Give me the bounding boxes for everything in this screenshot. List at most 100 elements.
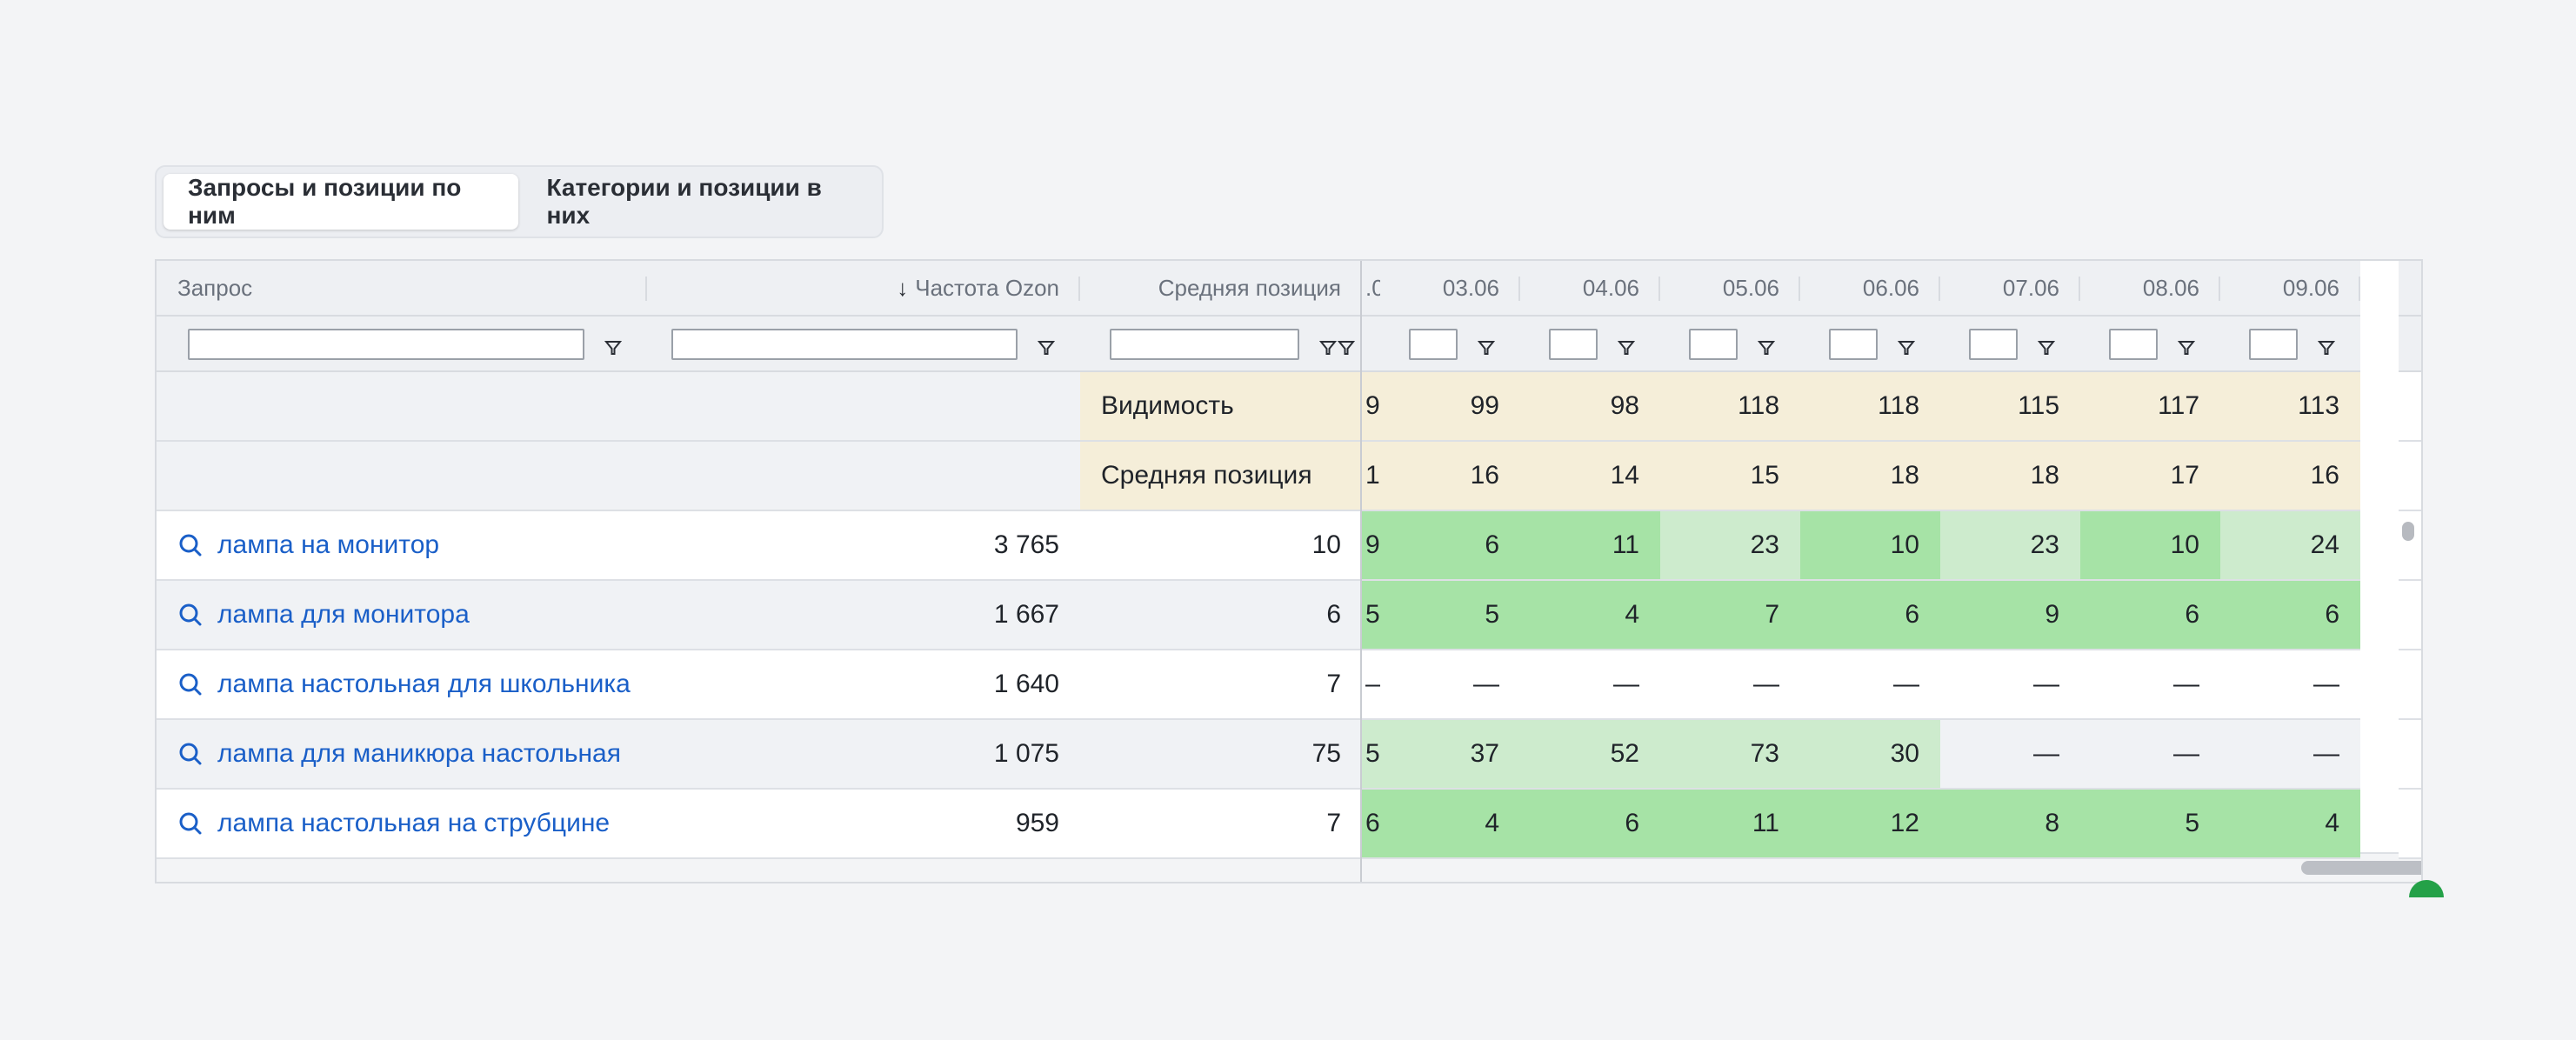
filter-icon[interactable] [1477, 335, 1496, 355]
query-link[interactable]: лампа на монитор [157, 530, 439, 560]
query-link[interactable]: лампа для монитора [157, 600, 470, 630]
header-date[interactable]: 09.06 [2220, 261, 2360, 317]
avg-position-row-value: 15 [1660, 442, 1800, 511]
visibility-row-blank [157, 372, 1080, 442]
query-text: лампа на монитор [217, 530, 440, 559]
table-row: лампа для монитора 1 667 6 5 5 4 7 6 9 6 6 [157, 581, 2421, 650]
horizontal-scrollbar[interactable] [2301, 861, 2421, 875]
date-filter-cell [1940, 317, 2080, 372]
filter-icon[interactable] [2177, 335, 2196, 355]
date-filter-cell [2080, 317, 2220, 372]
query-text: лампа настольная для школьника [217, 670, 631, 698]
query-cell: лампа для монитора [157, 581, 647, 650]
visibility-row-value: 115 [1940, 372, 2080, 442]
table-row: лампа для маникюра настольная1 075755837… [157, 720, 2421, 790]
query-cell: лампа на монитор [157, 511, 647, 581]
header-avg-position[interactable]: Средняя позиция [1080, 261, 1362, 317]
view-tabs: Запросы и позиции по ним Категории и поз… [155, 165, 884, 238]
filter-icon[interactable] [604, 335, 623, 355]
tab-categories[interactable]: Категории и позиции в них [522, 174, 875, 230]
row-filler [2399, 650, 2421, 720]
position-cell: 6 [1380, 511, 1520, 581]
header-date[interactable]: 06.06 [1800, 261, 1940, 317]
position-cell: 37 [1380, 720, 1520, 790]
search-icon [177, 810, 204, 837]
tab-queries[interactable]: Запросы и позиции по ним [164, 174, 519, 230]
position-cell: 12 [1800, 790, 1940, 859]
date-filter-input[interactable] [2109, 329, 2158, 360]
search-icon [177, 741, 204, 767]
avg-position-row-value: 14 [1520, 442, 1660, 511]
vertical-scrollbar[interactable] [2402, 522, 2414, 541]
frequency-cell: 959 [647, 790, 1080, 859]
avg-position-cell: 7 [1080, 650, 1362, 720]
position-cell: 9 [1940, 581, 2080, 650]
visibility-row-value: 117 [2080, 372, 2220, 442]
filter-icon[interactable] [1337, 335, 1356, 355]
header-date[interactable]: 05.06 [1660, 261, 1800, 317]
query-filter-input[interactable] [188, 329, 584, 360]
table-row: лампа настольная на струбцине 959 7 6 4 6 11 12… [157, 790, 2421, 859]
position-cell: 4 [2220, 790, 2360, 859]
header-frequency[interactable]: ↓ Частота Ozon [647, 261, 1080, 317]
date-filter-cell [2220, 317, 2360, 372]
query-link[interactable]: лампа для маникюра настольная [157, 739, 621, 769]
filter-filler [2399, 317, 2421, 372]
filter-icon[interactable] [2317, 335, 2336, 355]
avg-position-cell: 6 [1080, 581, 1362, 650]
date-filter-input[interactable] [1409, 329, 1458, 360]
position-cell: — [1940, 720, 2080, 790]
avg-position-row-blank [157, 442, 1080, 511]
avg-position-row-value: 16 [2220, 442, 2360, 511]
date-filter-input[interactable] [1689, 329, 1738, 360]
query-filter-cell [157, 317, 647, 372]
header-date[interactable]: 08.06 [2080, 261, 2220, 317]
position-cell: 52 [1520, 720, 1660, 790]
date-filter-input[interactable] [2249, 329, 2298, 360]
query-text: лампа для монитора [217, 600, 470, 629]
query-link[interactable]: лампа настольная для школьника [157, 670, 631, 699]
visibility-row-filler [2399, 372, 2421, 442]
header-query-label: Запрос [177, 274, 253, 301]
position-cell: — [2220, 650, 2360, 720]
filter-icon[interactable] [1037, 335, 1056, 355]
position-cell: 5 [1380, 581, 1520, 650]
header-date[interactable]: 07.06 [1940, 261, 2080, 317]
date-filter-input[interactable] [1969, 329, 2018, 360]
date-filter-cell [1800, 317, 1940, 372]
filter-icon[interactable] [1897, 335, 1916, 355]
position-cell: — [1800, 650, 1940, 720]
avg-position-cell: 7 [1080, 790, 1362, 859]
positions-table: Запрос↓Частота OzonСредняя позиция.0603.… [155, 259, 2423, 883]
query-link[interactable]: лампа настольная на струбцине [157, 809, 610, 838]
date-filter-input[interactable] [1549, 329, 1598, 360]
frequency-cell: 3 765 [647, 511, 1080, 581]
header-date[interactable]: 04.06 [1520, 261, 1660, 317]
filter-icon[interactable] [1318, 335, 1338, 355]
position-cell: 11 [1660, 790, 1800, 859]
position-cell: 8 [1940, 790, 2080, 859]
visibility-row-label: Видимость [1080, 372, 1362, 442]
avg-position-row-value: 17 [2080, 442, 2220, 511]
frequency-cell: 1 075 [647, 720, 1080, 790]
header-query[interactable]: Запрос [157, 261, 647, 317]
position-cell: 7 [1660, 581, 1800, 650]
frequency-filter-input[interactable] [671, 329, 1018, 360]
date-filter-input[interactable] [1829, 329, 1878, 360]
query-text: лампа для маникюра настольная [217, 739, 621, 768]
header-date[interactable]: 03.06 [1380, 261, 1520, 317]
position-cell: 4 [1520, 581, 1660, 650]
filter-icon[interactable] [2037, 335, 2056, 355]
row-filler [2399, 720, 2421, 790]
avg-position-cell: 75 [1080, 720, 1362, 790]
avg-position-filter-input[interactable] [1110, 329, 1299, 360]
avg-position-row-value: 18 [1940, 442, 2080, 511]
position-cell: — [1940, 650, 2080, 720]
filter-icon[interactable] [1757, 335, 1776, 355]
frequency-cell: 1 640 [647, 650, 1080, 720]
position-cell: — [2080, 650, 2220, 720]
search-icon [177, 671, 204, 697]
visibility-row-value: 98 [1520, 372, 1660, 442]
position-cell: 30 [1800, 720, 1940, 790]
filter-icon[interactable] [1617, 335, 1636, 355]
